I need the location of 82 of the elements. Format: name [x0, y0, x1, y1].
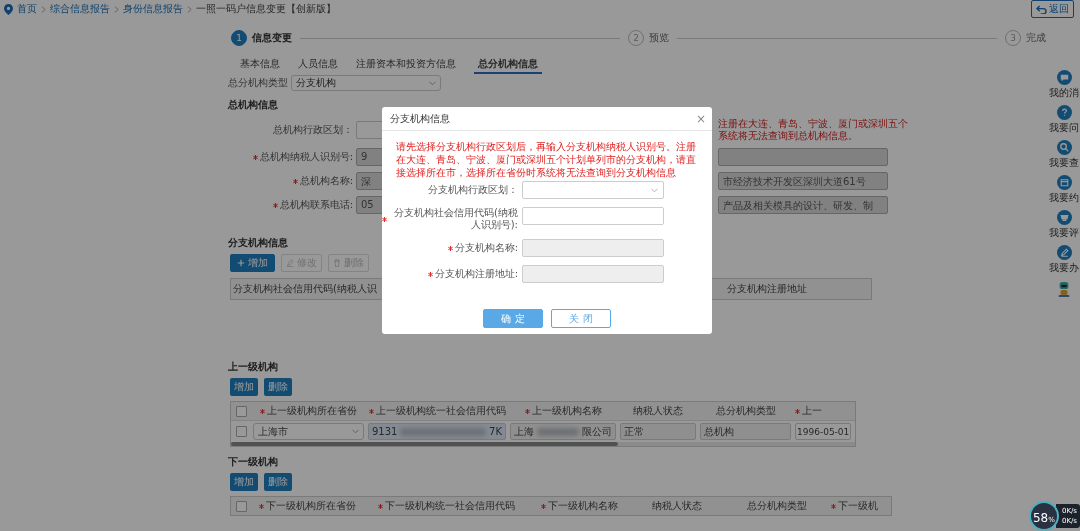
- field-label: 总机构行政区划：: [273, 123, 353, 137]
- caret-icon: [352, 429, 359, 434]
- section-title: 分支机构信息: [228, 236, 288, 250]
- trash-icon: [333, 259, 341, 267]
- date-field[interactable]: 1996-05-01: [795, 423, 851, 440]
- breadcrumb-item: 一照一码户信息变更【创新版】: [196, 2, 336, 16]
- cup-icon[interactable]: [1056, 210, 1072, 225]
- field-label: 分支机构行政区划：: [428, 184, 518, 196]
- tab[interactable]: 总分机构信息: [474, 55, 542, 74]
- step-label: 完成: [1026, 31, 1046, 45]
- sidebar-label: 我要问: [1049, 121, 1079, 135]
- dialog-title: 分支机构信息: [390, 111, 450, 126]
- dialog-button[interactable]: 确 定: [483, 309, 543, 328]
- back-button[interactable]: 返回: [1031, 0, 1074, 18]
- robot-icon[interactable]: [1057, 280, 1071, 298]
- text-field[interactable]: 9131 7K: [368, 423, 506, 440]
- column-header: 上一级机构所在省份: [267, 404, 357, 418]
- text-field[interactable]: [522, 207, 664, 225]
- org-type-select[interactable]: 分支机构: [291, 75, 441, 91]
- section-title: 下一级机构: [228, 455, 278, 469]
- field-label: 总机构联系电话:: [279, 198, 353, 212]
- toolbar-button[interactable]: 删除: [264, 473, 292, 491]
- pen-icon[interactable]: [1056, 245, 1072, 260]
- column-header: 分支机构社会信用代码(纳税人识: [232, 282, 378, 296]
- close-button[interactable]: ×: [695, 111, 706, 126]
- calendar-icon[interactable]: [1056, 175, 1072, 190]
- caret-icon: [429, 80, 436, 86]
- field-label: 分支机构社会信用代码(纳税人识别号):: [393, 207, 518, 231]
- checkbox[interactable]: [235, 500, 247, 512]
- checkbox[interactable]: [235, 426, 247, 437]
- caret-icon: [651, 187, 658, 193]
- field-label: 分支机构名称:: [454, 242, 518, 254]
- sidebar-label: 我要约: [1049, 191, 1079, 205]
- scrollbar-thumb[interactable]: [231, 442, 618, 446]
- text-field[interactable]: 总机构: [700, 423, 791, 440]
- province-select[interactable]: 上海市: [253, 423, 364, 440]
- sidebar-label: 我的消: [1049, 86, 1079, 100]
- field-label: 分支机构注册地址:: [434, 268, 518, 280]
- column-header: 下一级机: [838, 499, 878, 513]
- text-field[interactable]: 上海 限公司: [510, 423, 616, 440]
- warning-text: 系统将无法查询到总机构信息。: [718, 130, 859, 142]
- column-header: 纳税人状态: [651, 499, 702, 513]
- field-label: 总机构纳税人识别号:: [259, 150, 353, 164]
- tab[interactable]: 人员信息: [298, 55, 338, 74]
- sidebar-label: 我要评: [1049, 226, 1079, 240]
- warning-text: 请先选择分支机构行政区划后，再输入分支机构纳税人识别号。注册在大连、青岛、宁波、厦门或深圳五个计划单列市的分支机构，请直接选择所在市，选择所在省份时系统将无法查询到分支机构信息: [395, 140, 697, 180]
- text-field[interactable]: 正常: [620, 423, 696, 440]
- pencil-icon: [286, 259, 294, 267]
- step-label: 预览: [649, 31, 669, 45]
- breadcrumb-item[interactable]: 身份信息报告: [123, 2, 183, 16]
- toolbar-button[interactable]: 增加: [230, 254, 275, 272]
- column-header: 分支机构注册地址: [726, 282, 807, 296]
- plus-icon: [237, 259, 245, 267]
- toolbar-button[interactable]: 增加: [230, 378, 258, 396]
- tab[interactable]: 注册资本和投资方信息: [356, 55, 456, 74]
- sidebar-label: 我要查: [1049, 156, 1079, 170]
- step-label: 信息变更: [252, 31, 292, 45]
- breadcrumb-item[interactable]: 综合信息报告: [50, 2, 110, 16]
- checkbox[interactable]: [235, 405, 247, 417]
- section-title: 上一级机构: [228, 360, 278, 374]
- location-pin-icon: [4, 3, 13, 15]
- field-label: 总分机构类型: [228, 76, 288, 90]
- column-header: 总分机构类型: [715, 404, 776, 418]
- dialog-button[interactable]: 关 闭: [551, 309, 611, 328]
- column-header: 纳税人状态: [633, 404, 683, 418]
- tab[interactable]: 基本信息: [240, 55, 280, 74]
- sidebar-label: 我要办: [1049, 261, 1079, 275]
- column-header: 总分机构类型: [746, 499, 807, 513]
- chevron-icon: [41, 5, 46, 13]
- field-label: 总机构名称:: [299, 174, 353, 188]
- toolbar-button[interactable]: 增加: [230, 473, 258, 491]
- toolbar-button[interactable]: 删除: [264, 378, 292, 396]
- back-arrow-icon: [1036, 4, 1047, 14]
- breadcrumb-item[interactable]: 首页: [17, 2, 37, 16]
- chevron-icon: [187, 5, 192, 13]
- step-number: 1: [231, 30, 247, 46]
- warning-text: 注册在大连、青岛、宁波、厦门或深圳五个: [718, 118, 908, 130]
- chat-icon[interactable]: [1056, 70, 1072, 85]
- section-title: 总机构信息: [228, 98, 278, 112]
- search-icon[interactable]: [1056, 140, 1072, 155]
- chevron-icon: [114, 5, 119, 13]
- question-icon[interactable]: [1056, 105, 1072, 120]
